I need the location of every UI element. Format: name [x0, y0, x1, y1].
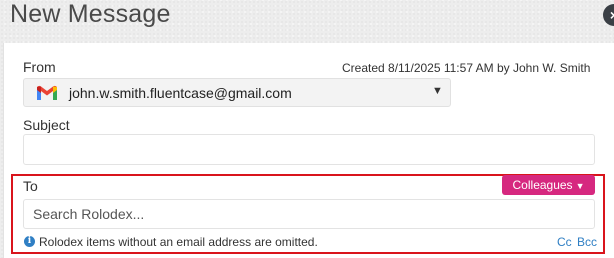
gmail-icon [37, 85, 57, 100]
chevron-down-icon: ▼ [432, 85, 443, 97]
cc-link[interactable]: Cc [557, 235, 572, 249]
from-account-value: john.w.smith.fluentcase@gmail.com [69, 85, 292, 101]
from-label: From [23, 59, 56, 75]
page-title: New Message [10, 0, 171, 28]
created-info: Created 8/11/2025 11:57 AM by John W. Sm… [342, 61, 591, 75]
to-label: To [23, 178, 38, 194]
caret-down-icon: ▼ [575, 181, 585, 191]
from-account-select[interactable]: john.w.smith.fluentcase@gmail.com ▼ [23, 78, 451, 107]
bcc-link[interactable]: Bcc [577, 235, 597, 249]
rolodex-search-input[interactable] [23, 199, 595, 229]
colleagues-dropdown-button[interactable]: Colleagues ▼ [502, 175, 595, 195]
close-icon: × [610, 7, 614, 23]
subject-input[interactable] [23, 134, 595, 165]
subject-label: Subject [23, 117, 70, 133]
colleagues-button-label: Colleagues [512, 178, 573, 192]
info-icon: i [24, 236, 35, 247]
close-button[interactable]: × [603, 4, 614, 26]
rolodex-note: Rolodex items without an email address a… [39, 235, 318, 249]
